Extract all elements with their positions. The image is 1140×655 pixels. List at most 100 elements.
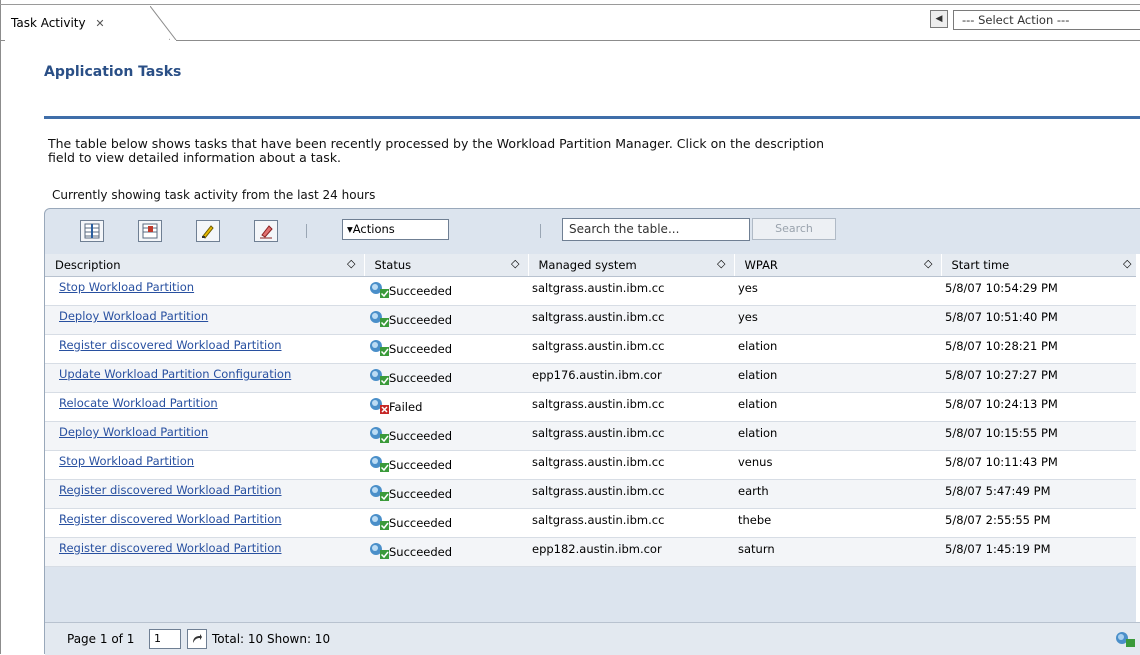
column-header-description[interactable]: Description ◇	[45, 254, 365, 277]
task-description-link[interactable]: Deploy Workload Partition	[59, 310, 360, 323]
wpar-cell: earth	[734, 479, 941, 509]
scroll-left-icon[interactable]: ◀	[930, 10, 948, 28]
task-description-link[interactable]: Register discovered Workload Partition	[59, 513, 360, 526]
managed-system-cell: saltgrass.austin.ibm.cc	[528, 479, 734, 509]
wpar-cell: thebe	[734, 508, 941, 538]
description-cell: Stop Workload Partition	[45, 450, 364, 480]
table-row[interactable]: Deploy Workload Partition Succeeded saltgr…	[45, 421, 1140, 451]
table-footer: Page 1 of 1 1 Total: 10 Shown: 10	[45, 622, 1140, 655]
managed-system-cell: saltgrass.austin.ibm.cc	[528, 305, 734, 335]
table-row[interactable]: Update Workload Partition Configuration S…	[45, 363, 1140, 393]
task-description-link[interactable]: Register discovered Workload Partition	[59, 339, 360, 352]
managed-system-cell: saltgrass.austin.ibm.cc	[528, 450, 734, 480]
close-icon[interactable]: ✕	[95, 17, 104, 30]
task-description-link[interactable]: Stop Workload Partition	[59, 281, 360, 294]
showing-filter-text: Currently showing task activity from the…	[52, 188, 376, 202]
wpar-cell: yes	[734, 305, 941, 335]
wpar-cell: elation	[734, 421, 941, 451]
task-description-link[interactable]: Stop Workload Partition	[59, 455, 360, 468]
go-to-page-icon[interactable]	[187, 629, 207, 649]
tab-underline	[176, 40, 1140, 41]
clear-icon[interactable]	[254, 220, 278, 242]
sort-icon[interactable]: ◇	[1123, 257, 1131, 270]
tab-edge	[150, 6, 177, 40]
start-time-cell: 5/8/07 10:27:27 PM	[941, 363, 1140, 393]
description-cell: Register discovered Workload Partition	[45, 508, 364, 538]
start-time-cell: 5/8/07 5:47:49 PM	[941, 479, 1140, 509]
status-text: Succeeded	[389, 342, 453, 356]
sort-icon[interactable]: ◇	[717, 257, 725, 270]
table-row[interactable]: Deploy Workload Partition Succeeded saltgr…	[45, 305, 1140, 335]
refresh-status-icon[interactable]	[1113, 630, 1137, 648]
description-cell: Stop Workload Partition	[45, 276, 364, 306]
right-edge	[1136, 254, 1140, 654]
start-time-cell: 5/8/07 10:11:43 PM	[941, 450, 1140, 480]
description-cell: Update Workload Partition Configuration	[45, 363, 364, 393]
status-text: Succeeded	[389, 313, 453, 327]
sort-icon[interactable]: ◇	[924, 257, 932, 270]
task-description-link[interactable]: Deploy Workload Partition	[59, 426, 360, 439]
managed-system-cell: saltgrass.austin.ibm.cc	[528, 392, 734, 422]
table-header-row: Description ◇ Status ◇ Managed system ◇ WPA…	[45, 254, 1140, 277]
tab-task-activity[interactable]: Task Activity ✕	[5, 6, 170, 40]
status-cell: Succeeded	[364, 479, 528, 509]
table-row[interactable]: Stop Workload Partition Succeeded saltgras…	[45, 276, 1140, 306]
managed-system-cell: epp182.austin.ibm.cor	[528, 537, 734, 567]
status-cell: Succeeded	[364, 363, 528, 393]
table-row[interactable]: Register discovered Workload Partition Su…	[45, 537, 1140, 567]
status-cell: Succeeded	[364, 421, 528, 451]
page-number-input[interactable]: 1	[149, 629, 181, 649]
status-text: Succeeded	[389, 284, 453, 298]
table-row[interactable]: Register discovered Workload Partition Su…	[45, 479, 1140, 509]
tasks-table: Description ◇ Status ◇ Managed system ◇ WPA…	[45, 254, 1140, 567]
column-header-wpar[interactable]: WPAR ◇	[734, 254, 942, 277]
table-row[interactable]: Register discovered Workload Partition Su…	[45, 334, 1140, 364]
table-row[interactable]: Register discovered Workload Partition Su…	[45, 508, 1140, 538]
description-line-2: field to view detailed information about…	[48, 150, 342, 165]
page-title: Application Tasks	[44, 64, 182, 80]
wpar-cell: elation	[734, 334, 941, 364]
task-description-link[interactable]: Register discovered Workload Partition	[59, 542, 360, 555]
search-button[interactable]: Search	[752, 218, 836, 240]
column-header-managed-system[interactable]: Managed system ◇	[528, 254, 735, 277]
page-label: Page 1 of 1	[67, 632, 135, 646]
task-description-link[interactable]: Update Workload Partition Configuration	[59, 368, 360, 381]
column-label: Status	[374, 258, 412, 272]
description-line-1: The table below shows tasks that have be…	[48, 136, 825, 151]
select-all-icon[interactable]	[80, 220, 104, 242]
table-row[interactable]: Stop Workload Partition Succeeded saltgras…	[45, 450, 1140, 480]
sort-icon[interactable]: ◇	[511, 257, 519, 270]
status-text: Succeeded	[389, 371, 453, 385]
column-header-status[interactable]: Status ◇	[364, 254, 529, 277]
start-time-cell: 5/8/07 10:24:13 PM	[941, 392, 1140, 422]
edit-icon[interactable]	[196, 220, 220, 242]
column-header-start-time[interactable]: Start time ◇	[941, 254, 1140, 277]
wpar-cell: saturn	[734, 537, 941, 567]
description-cell: Deploy Workload Partition	[45, 421, 364, 451]
status-cell: Succeeded	[364, 276, 528, 306]
managed-system-cell: saltgrass.austin.ibm.cc	[528, 421, 734, 451]
table-toolbar: ▾Actions Search the table... Search	[44, 208, 1140, 254]
task-description-link[interactable]: Register discovered Workload Partition	[59, 484, 360, 497]
select-action-dropdown[interactable]: --- Select Action ---	[953, 10, 1140, 30]
status-cell: Succeeded	[364, 537, 528, 567]
deselect-all-icon[interactable]	[138, 220, 162, 242]
status-text: Succeeded	[389, 429, 453, 443]
managed-system-cell: saltgrass.austin.ibm.cc	[528, 508, 734, 538]
tab-label: Task Activity	[11, 16, 86, 30]
top-divider	[0, 4, 1140, 5]
search-input[interactable]: Search the table...	[562, 218, 750, 241]
status-cell: Succeeded	[364, 450, 528, 480]
description-cell: Register discovered Workload Partition	[45, 334, 364, 364]
task-description-link[interactable]: Relocate Workload Partition	[59, 397, 360, 410]
start-time-cell: 5/8/07 10:15:55 PM	[941, 421, 1140, 451]
table-row[interactable]: Relocate Workload Partition Failed saltgra…	[45, 392, 1140, 422]
column-label: Managed system	[538, 258, 637, 272]
description-cell: Relocate Workload Partition	[45, 392, 364, 422]
sort-icon[interactable]: ◇	[347, 257, 355, 270]
total-label: Total: 10 Shown: 10	[212, 632, 331, 646]
wpar-cell: venus	[734, 450, 941, 480]
actions-dropdown[interactable]: ▾Actions	[342, 219, 449, 240]
start-time-cell: 5/8/07 10:28:21 PM	[941, 334, 1140, 364]
task-succeeded-icon	[370, 514, 389, 530]
